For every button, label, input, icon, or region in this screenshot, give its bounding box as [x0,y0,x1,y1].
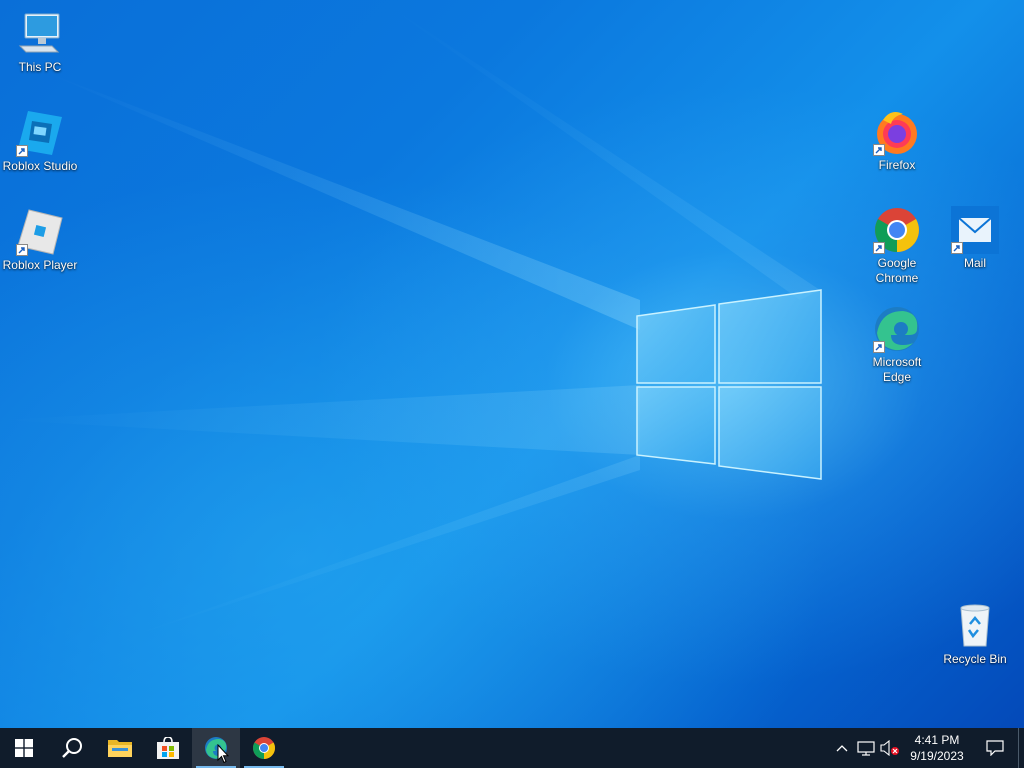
shortcut-arrow-icon [873,341,885,353]
desktop-icon-this-pc[interactable]: This PC [0,10,80,75]
shortcut-arrow-icon [16,145,28,157]
chrome-icon [873,206,921,254]
search-icon [62,738,82,758]
edge-icon [873,305,921,353]
desktop-icon-label: Mail [963,256,986,270]
network-button[interactable] [854,728,878,768]
desktop[interactable]: This PC Roblox Studio Roblox Player Fire… [0,0,1024,728]
roblox-studio-icon [16,109,64,157]
desktop-icon-label: Google Chrome [875,256,919,285]
desktop-icon-label: Recycle Bin [943,652,1007,666]
system-tray: 4:41 PM 9/19/2023 [830,728,1024,768]
show-hidden-icons-button[interactable] [830,728,854,768]
desktop-icon-google-chrome[interactable]: Google Chrome [857,206,937,286]
mouse-cursor-icon [217,744,229,764]
clock-time: 4:41 PM [914,733,960,747]
folder-icon [108,740,132,757]
taskbar-microsoft-edge[interactable] [192,728,240,768]
desktop-icon-label: Firefox [878,158,916,172]
volume-muted-icon [880,740,899,756]
desktop-icon-microsoft-edge[interactable]: Microsoft Edge [857,305,937,385]
desktop-icon-roblox-studio[interactable]: Roblox Studio [0,109,80,174]
desktop-icon-recycle-bin[interactable]: Recycle Bin [935,602,1015,667]
shortcut-arrow-icon [951,242,963,254]
taskbar-file-explorer[interactable] [96,728,144,768]
this-pc-icon [16,10,64,58]
network-icon [857,741,875,756]
volume-button[interactable] [878,728,902,768]
search-button[interactable] [48,728,96,768]
shortcut-arrow-icon [16,244,28,256]
desktop-icon-mail[interactable]: Mail [935,206,1015,271]
firefox-icon [873,108,921,156]
recycle-bin-icon [951,602,999,650]
taskbar-microsoft-store[interactable] [144,728,192,768]
desktop-icon-label: Microsoft Edge [872,355,922,384]
desktop-icon-label: Roblox Player [2,258,78,272]
store-icon [157,737,179,759]
chevron-up-icon [836,745,848,752]
start-button[interactable] [0,728,48,768]
mail-icon [951,206,999,254]
taskbar-google-chrome[interactable] [240,728,288,768]
desktop-icon-label: Roblox Studio [2,159,78,173]
desktop-icon-label: This PC [18,60,62,74]
clock-date: 9/19/2023 [910,749,964,763]
shortcut-arrow-icon [873,144,885,156]
taskbar: 4:41 PM 9/19/2023 [0,728,1024,768]
notification-icon [986,740,1004,756]
clock[interactable]: 4:41 PM 9/19/2023 [902,732,972,764]
desktop-icon-firefox[interactable]: Firefox [857,108,937,173]
show-desktop-button[interactable] [1018,728,1024,768]
shortcut-arrow-icon [873,242,885,254]
windows-start-icon [15,739,33,757]
roblox-player-icon [16,208,64,256]
chrome-icon [253,737,275,759]
desktop-icon-roblox-player[interactable]: Roblox Player [0,208,80,273]
action-center-button[interactable] [972,728,1018,768]
